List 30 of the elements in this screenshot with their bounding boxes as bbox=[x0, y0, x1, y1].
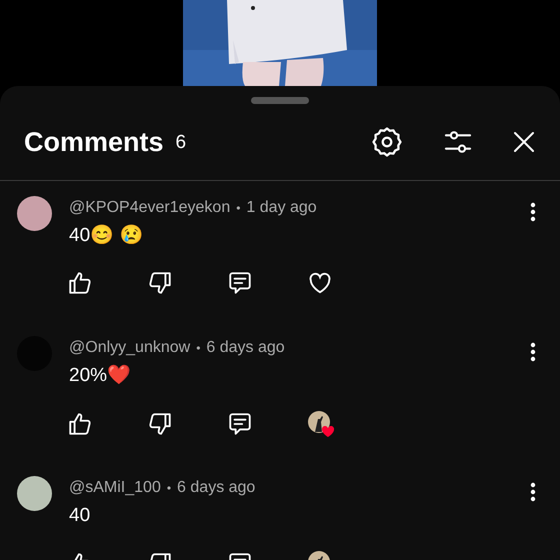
comment-text: 40😊 😢 bbox=[69, 224, 144, 248]
more-icon[interactable] bbox=[530, 202, 536, 222]
comment-author[interactable]: @sAMiI_100 bbox=[69, 478, 161, 498]
more-icon[interactable] bbox=[530, 342, 536, 362]
thumbs-up-icon[interactable] bbox=[67, 270, 93, 296]
reply-icon[interactable] bbox=[227, 411, 253, 437]
comment-time: 6 days ago bbox=[177, 478, 256, 498]
comment-text: 40 bbox=[69, 504, 90, 528]
comment-author[interactable]: @Onlyy_unknow bbox=[69, 338, 190, 358]
close-icon[interactable] bbox=[512, 130, 536, 154]
thumbs-up-icon[interactable] bbox=[67, 411, 93, 437]
separator-dot: • bbox=[166, 480, 172, 497]
user-avatar[interactable] bbox=[17, 196, 52, 231]
comments-title: Comments bbox=[24, 126, 164, 159]
drag-handle[interactable] bbox=[251, 97, 309, 104]
more-icon[interactable] bbox=[530, 482, 536, 502]
comment-count: 6 bbox=[176, 130, 186, 155]
settings-icon[interactable] bbox=[370, 125, 404, 159]
thumbs-down-icon[interactable] bbox=[147, 411, 173, 437]
separator-dot: • bbox=[196, 340, 200, 357]
comment-author[interactable]: @KPOP4ever1eyekon bbox=[69, 198, 230, 218]
separator-dot: • bbox=[236, 200, 240, 217]
user-avatar[interactable] bbox=[17, 476, 52, 511]
comment-text: 20%❤ bbox=[69, 364, 132, 388]
comment-time: 6 days ago bbox=[206, 338, 285, 358]
comment-time: 1 day ago bbox=[246, 198, 317, 218]
thumbs-down-icon[interactable] bbox=[147, 270, 173, 296]
reply-icon[interactable] bbox=[227, 270, 253, 296]
creator-heart-icon[interactable] bbox=[307, 410, 335, 438]
heart-icon[interactable] bbox=[307, 270, 333, 296]
